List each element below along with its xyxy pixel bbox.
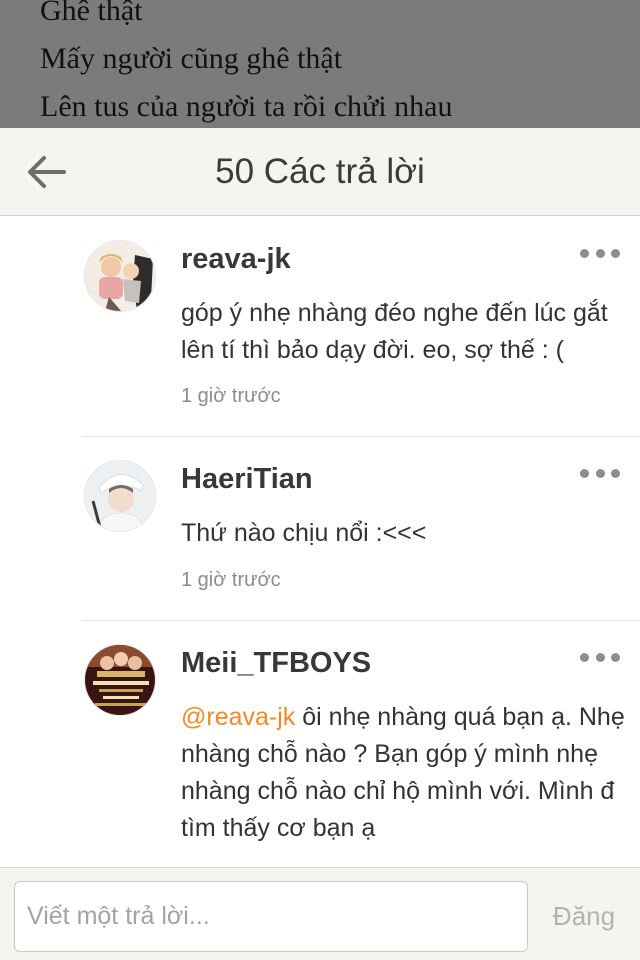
dot-icon [580, 248, 589, 258]
dot-icon [611, 652, 620, 662]
dot-icon [595, 248, 605, 258]
arrow-left-icon [28, 156, 66, 188]
reply-text-content: góp ý nhẹ nhàng đéo nghe đến lúc gắt lên… [181, 299, 608, 364]
avatar[interactable] [84, 644, 156, 716]
dot-icon [611, 248, 620, 258]
post-line: Ghê thật [40, 0, 143, 27]
more-options-button[interactable] [580, 649, 620, 665]
reply-username[interactable]: HaeriTian [181, 463, 313, 496]
reply-text-content: Thứ nào chịu nổi :<<< [181, 519, 427, 547]
avatar[interactable] [84, 460, 156, 532]
avatar-image [85, 461, 155, 531]
reply-composer: Đăng [0, 867, 640, 960]
reply-username[interactable]: reava-jk [181, 243, 291, 276]
mention-link[interactable]: @reava-jk [181, 703, 295, 731]
dot-icon [580, 652, 589, 662]
reply-item: Meii_TFBOYS @reava-jk ôi nhẹ nhàng quá b… [0, 621, 640, 867]
reply-item: HaeriTian Thứ nào chịu nổi :<<< 1 giờ tr… [0, 437, 640, 621]
background-post: Ghê thật Mấy người cũng ghê thật Lên tus… [0, 0, 640, 128]
replies-header: 50 Các trả lời [0, 128, 640, 216]
dot-icon [611, 468, 620, 478]
avatar-image [85, 645, 155, 715]
avatar-image [85, 241, 155, 311]
reply-input[interactable] [14, 881, 528, 952]
avatar[interactable] [84, 240, 156, 312]
reply-timestamp: 1 giờ trước [181, 385, 281, 407]
page-title: 50 Các trả lời [215, 152, 425, 191]
dot-icon [595, 652, 605, 662]
reply-list[interactable]: reava-jk góp ý nhẹ nhàng đéo nghe đến lú… [0, 217, 640, 867]
reply-username[interactable]: Meii_TFBOYS [181, 647, 371, 680]
post-button[interactable]: Đăng [538, 881, 630, 952]
reply-timestamp: 1 giờ trước [181, 569, 281, 591]
reply-text: Thứ nào chịu nổi :<<< [181, 515, 631, 552]
reply-text: góp ý nhẹ nhàng đéo nghe đến lúc gắt lên… [181, 295, 631, 369]
reply-text: @reava-jk ôi nhẹ nhàng quá bạn ạ. Nhẹ nh… [181, 699, 631, 847]
more-options-button[interactable] [580, 245, 620, 261]
post-line: Lên tus của người ta rồi chửi nhau [40, 90, 453, 123]
reply-item: reava-jk góp ý nhẹ nhàng đéo nghe đến lú… [0, 217, 640, 437]
more-options-button[interactable] [580, 465, 620, 481]
back-button[interactable] [18, 148, 74, 196]
dot-icon [580, 468, 589, 478]
post-line: Mấy người cũng ghê thật [40, 42, 343, 75]
dot-icon [595, 468, 605, 478]
